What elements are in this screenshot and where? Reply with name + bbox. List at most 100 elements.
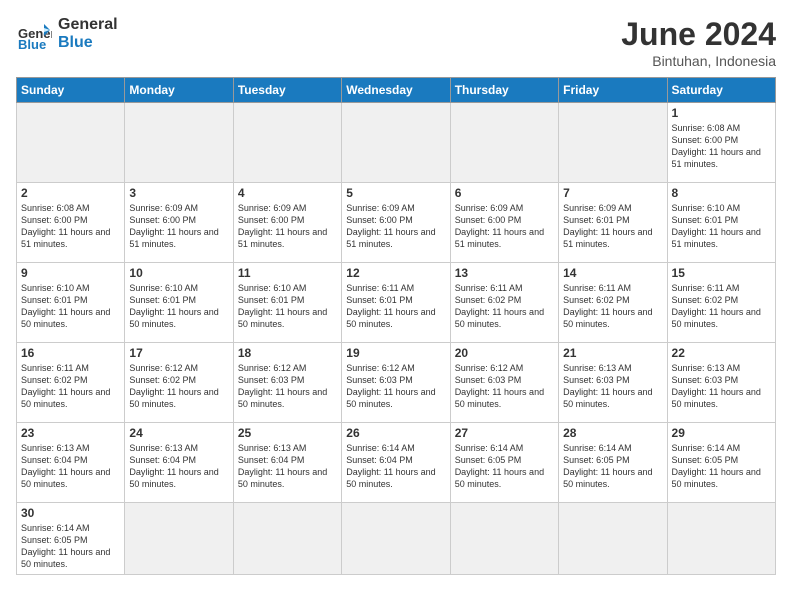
day-number: 1 [672, 106, 771, 120]
calendar-cell [450, 503, 558, 575]
title-area: June 2024 Bintuhan, Indonesia [621, 16, 776, 69]
day-number: 23 [21, 426, 120, 440]
calendar-table: SundayMondayTuesdayWednesdayThursdayFrid… [16, 77, 776, 575]
day-number: 22 [672, 346, 771, 360]
calendar-cell: 4 Sunrise: 6:09 AMSunset: 6:00 PMDaylight… [233, 183, 341, 263]
day-number: 13 [455, 266, 554, 280]
day-info: Sunrise: 6:11 AMSunset: 6:01 PMDaylight:… [346, 282, 445, 331]
calendar-cell: 23 Sunrise: 6:13 AMSunset: 6:04 PMDayligh… [17, 423, 125, 503]
calendar-cell: 9Sunrise: 6:10 AMSunset: 6:01 PMDaylight… [17, 263, 125, 343]
day-number: 24 [129, 426, 228, 440]
calendar-cell: 8 Sunrise: 6:10 AMSunset: 6:01 PMDaylight… [667, 183, 775, 263]
calendar-cell: 17 Sunrise: 6:12 AMSunset: 6:02 PMDayligh… [125, 343, 233, 423]
calendar-cell: 21Sunrise: 6:13 AMSunset: 6:03 PMDayligh… [559, 343, 667, 423]
day-info: Sunrise: 6:13 AMSunset: 6:03 PMDaylight:… [563, 362, 662, 411]
day-number: 19 [346, 346, 445, 360]
day-info: Sunrise: 6:10 AMSunset: 6:01 PMDaylight:… [129, 282, 228, 331]
calendar-cell: 24Sunrise: 6:13 AMSunset: 6:04 PMDayligh… [125, 423, 233, 503]
day-number: 2 [21, 186, 120, 200]
day-info: Sunrise: 6:10 AMSunset: 6:01 PMDaylight:… [238, 282, 337, 331]
day-info: Sunrise: 6:12 AMSunset: 6:03 PMDaylight:… [346, 362, 445, 411]
calendar-cell [559, 503, 667, 575]
day-number: 5 [346, 186, 445, 200]
day-info: Sunrise: 6:09 AMSunset: 6:00 PMDaylight:… [238, 202, 337, 251]
calendar-cell [125, 503, 233, 575]
day-number: 8 [672, 186, 771, 200]
calendar-cell: 2Sunrise: 6:08 AMSunset: 6:00 PMDaylight… [17, 183, 125, 263]
day-info: Sunrise: 6:14 AMSunset: 6:05 PMDaylight:… [21, 522, 120, 571]
col-header-thursday: Thursday [450, 78, 558, 103]
calendar-week-row: 2Sunrise: 6:08 AMSunset: 6:00 PMDaylight… [17, 183, 776, 263]
day-number: 12 [346, 266, 445, 280]
calendar-header-row: SundayMondayTuesdayWednesdayThursdayFrid… [17, 78, 776, 103]
day-info: Sunrise: 6:14 AMSunset: 6:04 PMDaylight:… [346, 442, 445, 491]
day-number: 10 [129, 266, 228, 280]
calendar-cell [450, 103, 558, 183]
day-info: Sunrise: 6:09 AMSunset: 6:00 PMDaylight:… [129, 202, 228, 251]
day-info: Sunrise: 6:09 AMSunset: 6:00 PMDaylight:… [346, 202, 445, 251]
day-number: 28 [563, 426, 662, 440]
calendar-cell: 3 Sunrise: 6:09 AMSunset: 6:00 PMDaylight… [125, 183, 233, 263]
calendar-cell [342, 503, 450, 575]
day-number: 30 [21, 506, 120, 520]
calendar-cell: 7Sunrise: 6:09 AMSunset: 6:01 PMDaylight… [559, 183, 667, 263]
day-info: Sunrise: 6:13 AMSunset: 6:04 PMDaylight:… [21, 442, 120, 491]
col-header-wednesday: Wednesday [342, 78, 450, 103]
day-info: Sunrise: 6:11 AMSunset: 6:02 PMDaylight:… [21, 362, 120, 411]
calendar-week-row: 16 Sunrise: 6:11 AMSunset: 6:02 PMDayligh… [17, 343, 776, 423]
calendar-cell [667, 503, 775, 575]
day-info: Sunrise: 6:12 AMSunset: 6:02 PMDaylight:… [129, 362, 228, 411]
calendar-cell: 13 Sunrise: 6:11 AMSunset: 6:02 PMDayligh… [450, 263, 558, 343]
day-number: 17 [129, 346, 228, 360]
day-info: Sunrise: 6:12 AMSunset: 6:03 PMDaylight:… [455, 362, 554, 411]
calendar-week-row: 1Sunrise: 6:08 AMSunset: 6:00 PMDaylight… [17, 103, 776, 183]
day-info: Sunrise: 6:14 AMSunset: 6:05 PMDaylight:… [563, 442, 662, 491]
day-number: 27 [455, 426, 554, 440]
col-header-monday: Monday [125, 78, 233, 103]
calendar-cell: 11Sunrise: 6:10 AMSunset: 6:01 PMDayligh… [233, 263, 341, 343]
day-info: Sunrise: 6:14 AMSunset: 6:05 PMDaylight:… [672, 442, 771, 491]
calendar-cell: 26 Sunrise: 6:14 AMSunset: 6:04 PMDayligh… [342, 423, 450, 503]
logo: General Blue General Blue [16, 16, 118, 52]
day-info: Sunrise: 6:10 AMSunset: 6:01 PMDaylight:… [672, 202, 771, 251]
calendar-week-row: 9 Sunrise: 6:10 AMSunset: 6:01 PMDaylight… [17, 263, 776, 343]
day-info: Sunrise: 6:11 AMSunset: 6:02 PMDaylight:… [563, 282, 662, 331]
calendar-cell: 22 Sunrise: 6:13 AMSunset: 6:03 PMDayligh… [667, 343, 775, 423]
day-number: 25 [238, 426, 337, 440]
calendar-cell: 25Sunrise: 6:13 AMSunset: 6:04 PMDayligh… [233, 423, 341, 503]
day-number: 16 [21, 346, 120, 360]
calendar-cell [342, 103, 450, 183]
svg-text:Blue: Blue [18, 37, 46, 52]
page-header: General Blue General Blue June 2024 Bint… [16, 16, 776, 69]
day-number: 3 [129, 186, 228, 200]
calendar-cell: 30 Sunrise: 6:14 AMSunset: 6:05 PMDayligh… [17, 503, 125, 575]
calendar-cell: 19 Sunrise: 6:12 AMSunset: 6:03 PMDayligh… [342, 343, 450, 423]
day-number: 9 [21, 266, 120, 280]
day-number: 6 [455, 186, 554, 200]
month-title: June 2024 [621, 16, 776, 53]
calendar-week-row: 23 Sunrise: 6:13 AMSunset: 6:04 PMDayligh… [17, 423, 776, 503]
calendar-cell: 10 Sunrise: 6:10 AMSunset: 6:01 PMDayligh… [125, 263, 233, 343]
day-info: Sunrise: 6:11 AMSunset: 6:02 PMDaylight:… [455, 282, 554, 331]
calendar-cell [233, 503, 341, 575]
day-info: Sunrise: 6:12 AMSunset: 6:03 PMDaylight:… [238, 362, 337, 411]
col-header-saturday: Saturday [667, 78, 775, 103]
calendar-cell: 18 Sunrise: 6:12 AMSunset: 6:03 PMDayligh… [233, 343, 341, 423]
calendar-cell: 12 Sunrise: 6:11 AMSunset: 6:01 PMDayligh… [342, 263, 450, 343]
calendar-cell: 14 Sunrise: 6:11 AMSunset: 6:02 PMDayligh… [559, 263, 667, 343]
calendar-cell: 29 Sunrise: 6:14 AMSunset: 6:05 PMDayligh… [667, 423, 775, 503]
day-info: Sunrise: 6:13 AMSunset: 6:03 PMDaylight:… [672, 362, 771, 411]
day-number: 18 [238, 346, 337, 360]
col-header-friday: Friday [559, 78, 667, 103]
day-number: 26 [346, 426, 445, 440]
day-number: 15 [672, 266, 771, 280]
calendar-cell: 27Sunrise: 6:14 AMSunset: 6:05 PMDayligh… [450, 423, 558, 503]
calendar-week-row: 30 Sunrise: 6:14 AMSunset: 6:05 PMDayligh… [17, 503, 776, 575]
day-info: Sunrise: 6:09 AMSunset: 6:01 PMDaylight:… [563, 202, 662, 251]
calendar-cell: 15Sunrise: 6:11 AMSunset: 6:02 PMDayligh… [667, 263, 775, 343]
logo-general: General [58, 16, 118, 34]
calendar-cell [125, 103, 233, 183]
day-number: 29 [672, 426, 771, 440]
day-number: 4 [238, 186, 337, 200]
day-number: 14 [563, 266, 662, 280]
